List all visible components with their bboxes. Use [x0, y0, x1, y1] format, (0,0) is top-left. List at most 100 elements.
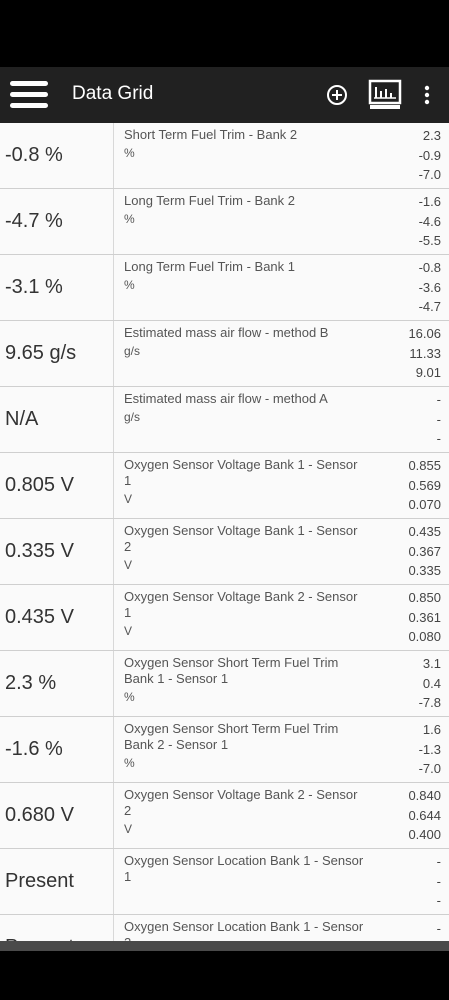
list-item[interactable]: Present Oxygen Sensor Location Bank 1 - … [0, 849, 449, 915]
current-value: 2.3 % [5, 672, 57, 694]
list-item[interactable]: Present Oxygen Sensor Location Bank 1 - … [0, 915, 449, 941]
list-item[interactable]: -4.7 % Long Term Fuel Trim - Bank 2 % -1… [0, 189, 449, 255]
data-grid-list[interactable]: -0.8 % Short Term Fuel Trim - Bank 2 % 2… [0, 123, 449, 941]
current-value: -4.7 % [5, 210, 63, 232]
add-circle-icon [327, 85, 347, 105]
min-max-stats: -0.8 -3.6 -4.7 [419, 258, 441, 317]
current-value: N/A [5, 408, 39, 430]
pid-description: Oxygen Sensor Location Bank 1 - Sensor 1 [124, 853, 364, 887]
avg-value: -4.6 [418, 213, 441, 229]
min-max-stats: - [437, 919, 441, 939]
max-value: - [436, 392, 441, 407]
max-value: -0.8 [418, 260, 441, 275]
divider [113, 255, 114, 320]
pid-description: Oxygen Sensor Voltage Bank 1 - Sensor 2 … [124, 523, 364, 573]
divider [113, 585, 114, 650]
pid-description: Oxygen Sensor Short Term Fuel Trim Bank … [124, 655, 364, 705]
pid-description: Estimated mass air flow - method A g/s [124, 391, 364, 425]
avg-value: 0.569 [408, 477, 441, 493]
more-options-button[interactable] [414, 67, 440, 123]
pid-name: Oxygen Sensor Location Bank 1 - Sensor 1 [124, 853, 364, 884]
min-value: - [436, 431, 441, 446]
pid-description: Oxygen Sensor Voltage Bank 2 - Sensor 2 … [124, 787, 364, 837]
pid-unit: g/s [124, 410, 141, 424]
pid-unit: V [124, 492, 133, 506]
min-max-stats: -1.6 -4.6 -5.5 [419, 192, 441, 251]
pid-unit: V [124, 558, 133, 572]
divider [113, 453, 114, 518]
min-value: -5.5 [418, 233, 441, 248]
more-vert-icon [424, 85, 430, 105]
pid-name: Long Term Fuel Trim - Bank 2 [124, 193, 295, 208]
max-value: 16.06 [408, 326, 441, 341]
list-item[interactable]: -1.6 % Oxygen Sensor Short Term Fuel Tri… [0, 717, 449, 783]
min-value: -7.8 [418, 695, 441, 710]
min-max-stats: 0.435 0.367 0.335 [408, 522, 441, 581]
min-value: 0.080 [408, 629, 441, 644]
pid-description: Oxygen Sensor Voltage Bank 1 - Sensor 1 … [124, 457, 364, 507]
current-value: -0.8 % [5, 144, 63, 166]
current-value: -3.1 % [5, 276, 63, 298]
max-value: 2.3 [422, 128, 441, 143]
app-bar: Data Grid [0, 67, 449, 123]
min-value: 0.070 [408, 497, 441, 512]
pid-unit: % [124, 146, 135, 160]
divider [113, 321, 114, 386]
dashboard-button[interactable] [364, 67, 406, 123]
list-item[interactable]: 9.65 g/s Estimated mass air flow - metho… [0, 321, 449, 387]
divider [113, 123, 114, 188]
avg-value: - [436, 411, 441, 427]
list-item[interactable]: 2.3 % Oxygen Sensor Short Term Fuel Trim… [0, 651, 449, 717]
pid-name: Oxygen Sensor Voltage Bank 1 - Sensor 2 [124, 523, 358, 554]
add-button[interactable] [320, 67, 354, 123]
min-max-stats: 0.850 0.361 0.080 [408, 588, 441, 647]
max-value: 0.855 [408, 458, 441, 473]
divider [113, 915, 114, 941]
current-value: 0.680 V [5, 804, 74, 826]
menu-icon-line [10, 103, 48, 108]
current-value: Present [5, 915, 74, 941]
divider [113, 519, 114, 584]
list-item[interactable]: 0.335 V Oxygen Sensor Voltage Bank 1 - S… [0, 519, 449, 585]
pid-name: Oxygen Sensor Voltage Bank 2 - Sensor 2 [124, 787, 358, 818]
avg-value: - [436, 873, 441, 889]
menu-button[interactable] [6, 77, 52, 113]
pid-unit: % [124, 690, 135, 704]
divider [113, 783, 114, 848]
min-max-stats: 3.1 0.4 -7.8 [419, 654, 441, 713]
list-item[interactable]: N/A Estimated mass air flow - method A g… [0, 387, 449, 453]
page-title: Data Grid [72, 83, 154, 104]
max-value: 0.850 [408, 590, 441, 605]
min-value: -4.7 [418, 299, 441, 314]
min-max-stats: 16.06 11.33 9.01 [408, 324, 441, 383]
max-value: 0.435 [408, 524, 441, 539]
pid-unit: % [124, 756, 135, 770]
pid-name: Oxygen Sensor Location Bank 1 - Sensor 2 [124, 919, 364, 941]
pid-name: Short Term Fuel Trim - Bank 2 [124, 127, 298, 142]
min-max-stats: 0.855 0.569 0.070 [408, 456, 441, 515]
pid-unit: % [124, 278, 135, 292]
min-value: - [436, 893, 441, 908]
divider [113, 387, 114, 452]
list-item[interactable]: 0.680 V Oxygen Sensor Voltage Bank 2 - S… [0, 783, 449, 849]
avg-value: -3.6 [418, 279, 441, 295]
pid-unit: % [124, 212, 135, 226]
bottom-edge [0, 941, 449, 951]
avg-value: 0.644 [408, 807, 441, 823]
list-item[interactable]: 0.435 V Oxygen Sensor Voltage Bank 2 - S… [0, 585, 449, 651]
divider [113, 189, 114, 254]
min-value: 0.400 [408, 827, 441, 842]
avg-value: 0.361 [408, 609, 441, 625]
pid-description: Oxygen Sensor Voltage Bank 2 - Sensor 1 … [124, 589, 364, 639]
avg-value: -0.9 [418, 147, 441, 163]
pid-description: Long Term Fuel Trim - Bank 2 % [124, 193, 364, 227]
min-max-stats: - - - [437, 390, 441, 449]
list-item[interactable]: -3.1 % Long Term Fuel Trim - Bank 1 % -0… [0, 255, 449, 321]
min-max-stats: 0.840 0.644 0.400 [408, 786, 441, 845]
pid-unit: g/s [124, 344, 141, 358]
divider [113, 717, 114, 782]
avg-value: 0.367 [408, 543, 441, 559]
list-item[interactable]: -0.8 % Short Term Fuel Trim - Bank 2 % 2… [0, 123, 449, 189]
list-item[interactable]: 0.805 V Oxygen Sensor Voltage Bank 1 - S… [0, 453, 449, 519]
menu-icon-line [10, 92, 48, 97]
